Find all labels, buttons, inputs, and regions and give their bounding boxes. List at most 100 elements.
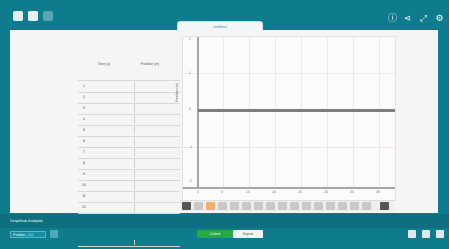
row-number: 4 [83, 117, 85, 121]
keep-icon[interactable] [422, 230, 430, 238]
table-header: Time (s) Position (m) [82, 59, 172, 69]
x-tick-label: 25 [324, 190, 328, 194]
y-axis-label[interactable]: Position (m) [175, 83, 179, 102]
cell[interactable] [90, 148, 135, 157]
x-tick-label: 35 [376, 190, 380, 194]
cell[interactable] [136, 82, 180, 91]
row-number: 9 [83, 172, 85, 176]
sensor-select[interactable]: Position - 1.0 [10, 231, 46, 238]
autoscale-icon[interactable] [218, 202, 227, 210]
graph-settings-icon[interactable] [380, 202, 389, 210]
row-number: 5 [83, 128, 85, 132]
tangent-icon[interactable] [254, 202, 263, 210]
y-axis [197, 37, 199, 189]
export-button[interactable]: Export [233, 230, 263, 238]
sensor-settings-icon[interactable] [50, 230, 58, 238]
row-number: 6 [83, 139, 85, 143]
y-tick-label: -2 [189, 179, 193, 183]
y-tick-label: 0 [189, 107, 191, 111]
cell[interactable] [90, 137, 135, 146]
cell[interactable] [90, 126, 135, 135]
collect-button[interactable]: Collect [197, 230, 233, 238]
x-tick-label: 0 [197, 190, 199, 194]
x-axis [183, 187, 395, 189]
cell[interactable] [136, 159, 180, 168]
status-text: Graphical Analysis [10, 218, 43, 223]
view-icon[interactable] [43, 11, 53, 21]
cell[interactable] [136, 93, 180, 102]
examine-icon[interactable] [302, 202, 311, 210]
x-tick-label: 5 [221, 190, 223, 194]
y-tick-label: -1 [189, 145, 193, 149]
row-number: 2 [83, 95, 85, 99]
cell[interactable] [90, 170, 135, 179]
data-table: Time (s) Position (m) 1 2 3 4 5 6 7 8 9 … [68, 55, 190, 247]
cell[interactable] [90, 159, 135, 168]
pan-icon[interactable] [314, 202, 323, 210]
stats-icon[interactable] [278, 202, 287, 210]
annotate-icon[interactable] [242, 202, 251, 210]
menu-icon[interactable] [13, 11, 23, 21]
draw-icon[interactable] [206, 202, 215, 210]
row-number: 7 [83, 150, 85, 154]
graph-toolbar [180, 200, 394, 211]
row-number: 8 [83, 161, 85, 165]
cell[interactable] [136, 126, 180, 135]
graph-plot[interactable]: Position (m) 2 1 0 -1 -2 0 5 10 15 20 25… [175, 36, 396, 201]
zoom-icon[interactable] [194, 202, 203, 210]
bottom-bar: Position - 1.0 Collect Export [0, 228, 449, 240]
meter-icon[interactable] [436, 230, 444, 238]
edit-icon[interactable] [408, 230, 416, 238]
undo-icon[interactable] [362, 202, 371, 210]
row-number: 1 [83, 84, 85, 88]
integral-icon[interactable] [290, 202, 299, 210]
file-icon[interactable] [28, 11, 38, 21]
redo-icon[interactable] [350, 202, 359, 210]
cell[interactable] [90, 104, 135, 113]
grid-line [249, 37, 250, 187]
select-icon[interactable] [230, 202, 239, 210]
top-toolbar: Untitled ⓘ ⋖ ⤢ ⚙ [0, 0, 449, 33]
column-header-position[interactable]: Position (m) [128, 59, 172, 69]
x-tick-label: 20 [298, 190, 302, 194]
grid-line [183, 73, 395, 74]
cell[interactable] [90, 115, 135, 124]
grid-line [379, 37, 380, 187]
cell[interactable] [136, 170, 180, 179]
cell[interactable] [90, 192, 135, 201]
x-tick-label: 10 [246, 190, 250, 194]
share-icon[interactable]: ⋖ [402, 13, 413, 24]
swap-icon[interactable] [326, 202, 335, 210]
row-number: 12 [82, 205, 86, 209]
grid-line [301, 37, 302, 187]
cell[interactable] [90, 82, 135, 91]
cell[interactable] [90, 181, 135, 190]
graph-menu-icon[interactable] [182, 202, 191, 210]
settings-icon[interactable]: ⚙ [434, 13, 445, 24]
grid-line [183, 147, 395, 148]
grid-line [275, 37, 276, 187]
info-icon[interactable]: ⓘ [387, 13, 398, 24]
grid-line [327, 37, 328, 187]
cell[interactable] [136, 104, 180, 113]
row-number: 10 [82, 183, 86, 187]
cell[interactable] [90, 93, 135, 102]
data-trace [198, 109, 395, 112]
cell[interactable] [136, 137, 180, 146]
grid-line [223, 37, 224, 187]
cell[interactable] [136, 148, 180, 157]
y-tick-label: 1 [189, 71, 191, 75]
x-tick-label: 15 [272, 190, 276, 194]
status-bar: Graphical Analysis [0, 214, 449, 228]
column-header-time[interactable]: Time (s) [82, 59, 126, 69]
grid-line [353, 37, 354, 187]
row-number: 11 [82, 194, 86, 198]
sort-icon[interactable] [338, 202, 347, 210]
fit-icon[interactable] [266, 202, 275, 210]
cell[interactable] [136, 203, 180, 212]
cell[interactable] [136, 115, 180, 124]
expand-icon[interactable]: ⤢ [418, 13, 429, 24]
cell[interactable] [90, 203, 135, 212]
cell[interactable] [136, 181, 180, 190]
cell[interactable] [136, 192, 180, 201]
